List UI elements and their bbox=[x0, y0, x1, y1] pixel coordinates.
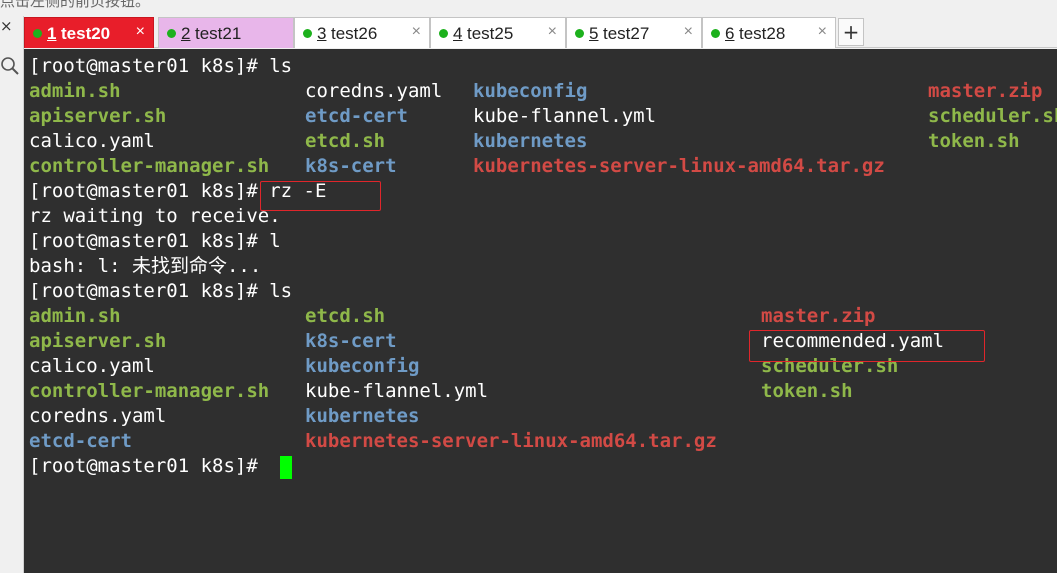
file-entry: coredns.yaml bbox=[305, 80, 443, 102]
shell-prompt: [root@master01 k8s]# bbox=[29, 230, 270, 252]
tab-number: 1 bbox=[47, 24, 57, 43]
tab-number: 5 bbox=[589, 24, 599, 43]
file-entry: kubernetes-server-linux-amd64.tar.gz bbox=[473, 155, 885, 177]
tab-label: test26 bbox=[331, 24, 378, 43]
terminal-line: rz waiting to receive. bbox=[29, 205, 281, 227]
file-entry: coredns.yaml bbox=[29, 405, 167, 427]
tab-session-4[interactable]: 4 test25 × bbox=[430, 17, 566, 48]
shell-prompt: [root@master01 k8s]# bbox=[29, 55, 270, 77]
file-entry: kubeconfig bbox=[473, 80, 588, 102]
terminal-cursor bbox=[280, 456, 292, 479]
shell-prompt: [root@master01 k8s]# bbox=[29, 180, 270, 202]
file-entry: controller-manager.sh bbox=[29, 380, 270, 402]
shell-prompt: [root@master01 k8s]# bbox=[29, 455, 270, 477]
file-entry: k8s-cert bbox=[305, 330, 397, 352]
file-entry: kube-flannel.yml bbox=[473, 105, 657, 127]
file-entry: master.zip bbox=[761, 305, 876, 327]
file-entry: apiserver.sh bbox=[29, 330, 167, 352]
tab-label: test21 bbox=[195, 24, 242, 43]
tab-close-icon[interactable]: × bbox=[818, 23, 827, 41]
tab-number: 6 bbox=[725, 24, 735, 43]
window-top-strip: 点击左侧的前页按钮。 bbox=[0, 0, 1057, 16]
file-entry: kubernetes bbox=[305, 405, 420, 427]
tab-session-2[interactable]: 2 test21 bbox=[158, 17, 294, 48]
terminal-line: [root@master01 k8s]# bbox=[29, 454, 269, 479]
search-icon[interactable] bbox=[0, 56, 20, 76]
terminal-line: [root@master01 k8s]# ls bbox=[29, 279, 292, 304]
tab-number: 2 bbox=[181, 24, 191, 43]
file-entry: calico.yaml bbox=[29, 130, 155, 152]
tab-label: test20 bbox=[61, 24, 111, 43]
terminal-line: [root@master01 k8s]# l bbox=[29, 229, 281, 254]
file-entry: etcd.sh bbox=[305, 305, 386, 327]
file-entry: etcd.sh bbox=[305, 130, 386, 152]
tab-number: 4 bbox=[453, 24, 463, 43]
add-tab-button[interactable]: + bbox=[838, 18, 864, 46]
file-entry: token.sh bbox=[928, 130, 1020, 152]
tab-close-icon[interactable]: × bbox=[136, 23, 145, 41]
file-entry: master.zip bbox=[928, 80, 1043, 102]
command-text: ls bbox=[269, 280, 293, 302]
tab-label: test25 bbox=[467, 24, 514, 43]
file-entry: controller-manager.sh bbox=[29, 155, 270, 177]
left-close-icon[interactable]: × bbox=[0, 17, 13, 35]
command-text: l bbox=[269, 230, 281, 252]
tab-label: test27 bbox=[603, 24, 650, 43]
tab-session-6[interactable]: 6 test28 × bbox=[702, 17, 836, 48]
file-entry: k8s-cert bbox=[305, 155, 397, 177]
connected-status-icon bbox=[575, 29, 584, 38]
connected-status-icon bbox=[711, 29, 720, 38]
connected-status-icon bbox=[439, 29, 448, 38]
file-entry: calico.yaml bbox=[29, 355, 155, 377]
tab-session-5[interactable]: 5 test27 × bbox=[566, 17, 702, 48]
left-panel-strip bbox=[0, 16, 24, 573]
tab-close-icon[interactable]: × bbox=[548, 23, 557, 41]
connected-status-icon bbox=[167, 29, 176, 38]
file-entry: etcd-cert bbox=[305, 105, 408, 127]
tab-close-icon[interactable]: × bbox=[684, 23, 693, 41]
highlight-box-recommended-yaml bbox=[749, 330, 985, 362]
tab-number: 3 bbox=[317, 24, 327, 43]
file-entry: admin.sh bbox=[29, 305, 121, 327]
connected-status-icon bbox=[303, 29, 312, 38]
file-entry: apiserver.sh bbox=[29, 105, 167, 127]
command-text: ls bbox=[269, 55, 293, 77]
tab-session-3[interactable]: 3 test26 × bbox=[294, 17, 430, 48]
session-tab-bar: 1 test20 × 2 test21 3 test26 × 4 test25 … bbox=[24, 16, 1057, 48]
top-strip-text: 点击左侧的前页按钮。 bbox=[0, 0, 151, 10]
file-entry: kubeconfig bbox=[305, 355, 420, 377]
connected-status-icon bbox=[33, 29, 42, 38]
tab-close-icon[interactable]: × bbox=[412, 23, 421, 41]
terminal-line: bash: l: 未找到命令... bbox=[29, 255, 262, 277]
file-entry: kubernetes bbox=[473, 130, 588, 152]
file-entry: scheduler.sh bbox=[928, 105, 1057, 127]
highlight-box-rz-command bbox=[260, 181, 381, 211]
file-entry: kubernetes-server-linux-amd64.tar.gz bbox=[305, 430, 717, 452]
file-entry: token.sh bbox=[761, 380, 853, 402]
tab-session-1[interactable]: 1 test20 × bbox=[24, 17, 154, 48]
file-entry: admin.sh bbox=[29, 80, 121, 102]
terminal-output[interactable]: [root@master01 k8s]# ls admin.sh coredns.… bbox=[24, 49, 1057, 573]
terminal-line: [root@master01 k8s]# ls bbox=[29, 54, 292, 79]
file-entry: kube-flannel.yml bbox=[305, 380, 489, 402]
shell-prompt: [root@master01 k8s]# bbox=[29, 280, 270, 302]
file-entry: etcd-cert bbox=[29, 430, 132, 452]
tab-label: test28 bbox=[739, 24, 786, 43]
